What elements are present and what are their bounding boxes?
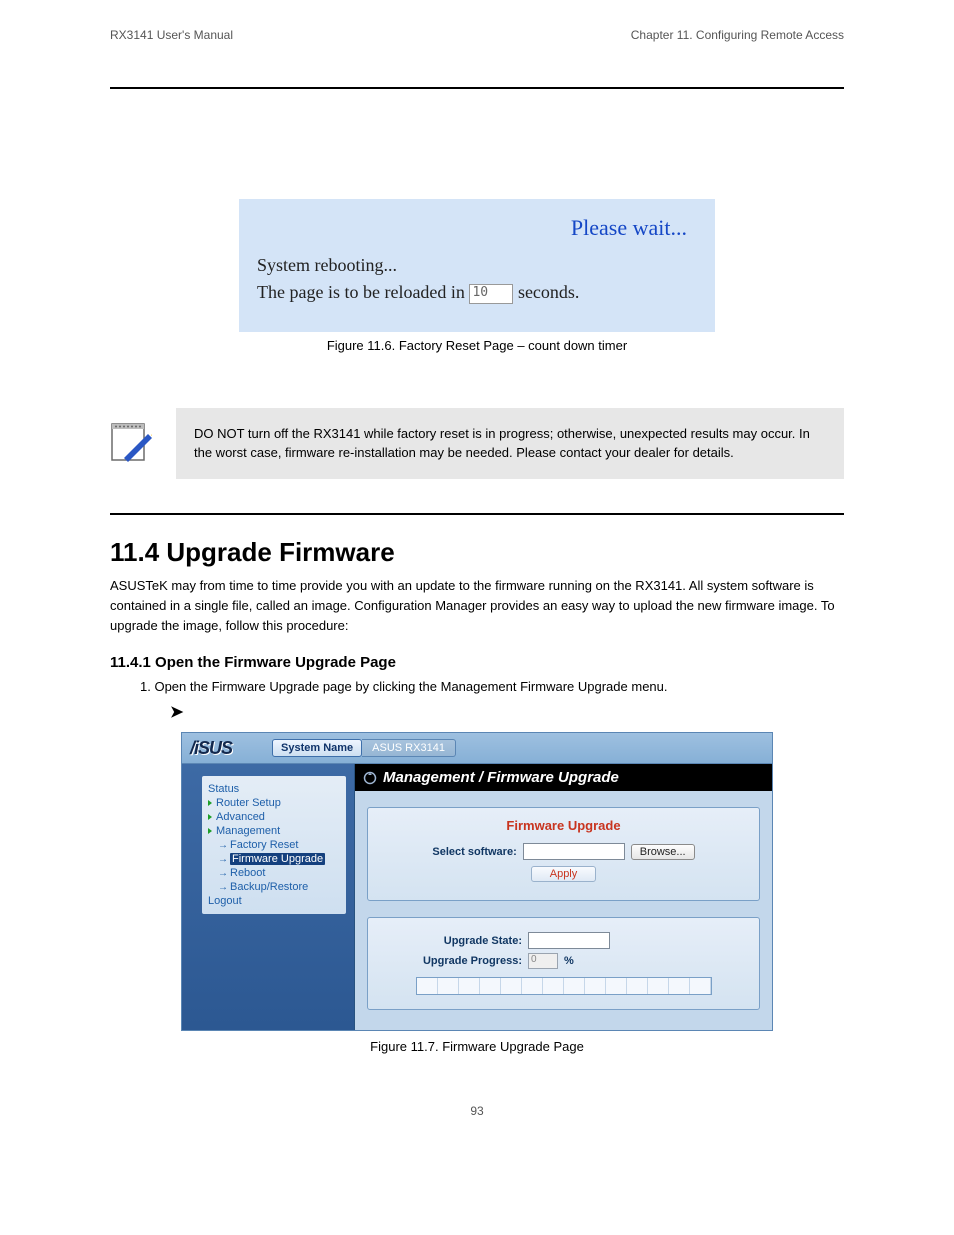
heading-11-4: 11.4 Upgrade Firmware — [110, 537, 954, 568]
upgrade-state-value — [528, 932, 610, 949]
page-header: RX3141 User's Manual Chapter 11. Configu… — [110, 28, 844, 42]
reload-countdown-input: 10 — [469, 284, 513, 304]
note-text: DO NOT turn off the RX3141 while factory… — [176, 408, 844, 479]
nav-reboot[interactable]: Reboot — [206, 866, 346, 880]
nav-status[interactable]: Status — [206, 782, 346, 796]
system-name-label: System Name — [272, 739, 362, 757]
heading-11-4-1: 11.4.1 Open the Firmware Upgrade Page — [110, 654, 954, 671]
select-software-label: Select software: — [432, 846, 516, 858]
step-1: 1. Open the Firmware Upgrade page by cli… — [140, 679, 844, 694]
reload-line: The page is to be reloaded in 10 seconds… — [257, 282, 697, 304]
nav-management[interactable]: Management — [206, 824, 346, 838]
refresh-icon — [363, 771, 377, 785]
upgrade-progress-label: Upgrade Progress: — [410, 955, 522, 967]
upgrade-progress-unit: % — [564, 955, 574, 967]
software-path-input[interactable] — [523, 843, 625, 860]
router-topbar: /iSUS System Name ASUS RX3141 — [182, 733, 772, 764]
rebooting-text: System rebooting... — [257, 255, 697, 276]
please-wait-text: Please wait... — [257, 215, 687, 241]
apply-button[interactable]: Apply — [531, 866, 597, 882]
router-ui-screenshot: /iSUS System Name ASUS RX3141 Status Rou… — [181, 732, 773, 1031]
progress-panel: Upgrade State: Upgrade Progress: 0 % — [367, 917, 760, 1010]
router-main: Management / Firmware Upgrade Firmware U… — [355, 764, 772, 1030]
router-page-title: Management / Firmware Upgrade — [355, 764, 772, 791]
firmware-paragraph: ASUSTeK may from time to time provide yo… — [110, 576, 844, 636]
notepad-icon — [110, 418, 152, 464]
nav-factory-reset[interactable]: Factory Reset — [206, 838, 346, 852]
reboot-figure: Please wait... System rebooting... The p… — [239, 199, 715, 332]
arrow-icon: ➤ — [170, 704, 183, 721]
figure-11-7-caption: Figure 11.7. Firmware Upgrade Page — [0, 1039, 954, 1054]
nav-advanced[interactable]: Advanced — [206, 810, 346, 824]
top-rule — [110, 87, 844, 89]
hdr-right: Chapter 11. Configuring Remote Access — [631, 28, 844, 42]
nav-logout[interactable]: Logout — [206, 894, 346, 908]
system-name-value: ASUS RX3141 — [362, 739, 456, 757]
hdr-left: RX3141 User's Manual — [110, 28, 233, 42]
firmware-panel: Firmware Upgrade Select software: Browse… — [367, 807, 760, 901]
firmware-panel-heading: Firmware Upgrade — [380, 818, 747, 833]
figure-11-6-caption: Figure 11.6. Factory Reset Page – count … — [0, 338, 954, 353]
nav-router-setup[interactable]: Router Setup — [206, 796, 346, 810]
section-rule — [110, 513, 844, 515]
nav-firmware-upgrade[interactable]: Firmware Upgrade — [206, 852, 346, 866]
upgrade-state-label: Upgrade State: — [410, 935, 522, 947]
browse-button[interactable]: Browse... — [631, 844, 695, 860]
progress-bar — [416, 977, 712, 995]
upgrade-progress-value: 0 — [528, 953, 558, 969]
note-block: DO NOT turn off the RX3141 while factory… — [110, 408, 844, 479]
system-name-chip: System Name ASUS RX3141 — [272, 739, 456, 757]
router-sidebar: Status Router Setup Advanced Management … — [182, 764, 355, 1030]
asus-logo: /iSUS — [190, 738, 232, 759]
nav-backup-restore[interactable]: Backup/Restore — [206, 880, 346, 894]
page-number: 93 — [0, 1104, 954, 1118]
